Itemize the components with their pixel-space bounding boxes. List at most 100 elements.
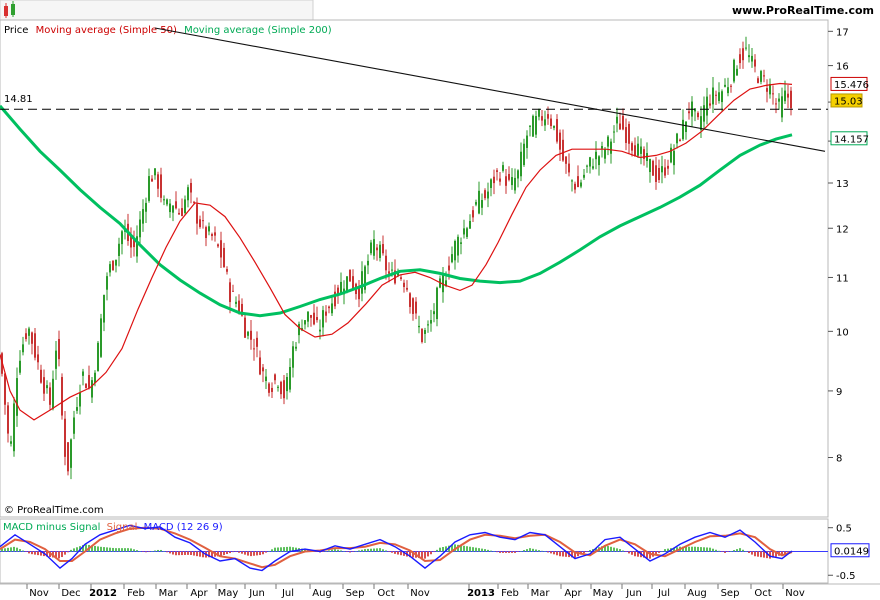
- macd-hist-bar: [139, 551, 141, 552]
- candle: [652, 159, 654, 176]
- macd-hist-bar: [265, 551, 267, 553]
- x-tick-label: Nov: [29, 588, 49, 599]
- macd-hist-bar: [538, 550, 540, 552]
- toolbar: [0, 0, 314, 21]
- macd-hist-bar: [583, 551, 585, 554]
- macd-hist-bar: [118, 548, 120, 552]
- macd-hist-bar: [58, 551, 60, 559]
- macd-hist-bar: [757, 551, 759, 557]
- candle: [61, 373, 63, 420]
- macd-hist-bar: [19, 549, 21, 552]
- macd-hist-bar: [4, 548, 6, 552]
- macd-hist-bar: [343, 551, 345, 552]
- macd-hist-bar: [259, 551, 261, 556]
- macd-hist-bar: [436, 549, 438, 552]
- macd-hist-bar: [349, 551, 351, 553]
- x-tick-label: Jul: [281, 588, 294, 599]
- macd-hist-bar: [28, 551, 30, 554]
- brand-label: www.ProRealTime.com: [732, 4, 874, 17]
- macd-hist-bar: [70, 549, 72, 552]
- macd-hist-bar: [712, 548, 714, 552]
- macd-hist-bar: [442, 547, 444, 552]
- macd-hist-bar: [175, 551, 177, 556]
- macd-hist-bar: [433, 551, 435, 553]
- macd-hist-bar: [616, 548, 618, 552]
- macd-hist-bar: [664, 549, 666, 552]
- macd-hist-bar: [232, 551, 234, 553]
- x-tick-label: Feb: [501, 588, 519, 599]
- macd-hist-bar: [241, 551, 243, 554]
- title-signal: Signal: [107, 522, 138, 533]
- macd-hist-bar: [25, 551, 27, 552]
- y-tick-label: 13: [836, 179, 849, 190]
- macd-hist-bar: [481, 548, 483, 552]
- x-tick-label: Jun: [625, 588, 642, 599]
- macd-hist-bar: [487, 549, 489, 552]
- macd-hist-bar: [184, 551, 186, 555]
- macd-hist-bar: [37, 551, 39, 556]
- macd-hist-bar: [535, 549, 537, 552]
- macd-hist-bar: [247, 551, 249, 556]
- macd-hist-bar: [226, 551, 228, 555]
- macd-hist-bar: [703, 547, 705, 552]
- x-tick-label: 2013: [467, 588, 495, 599]
- y-tick-label: 10: [836, 327, 849, 338]
- macd-hist-bar: [736, 549, 738, 552]
- macd-hist-bar: [544, 551, 546, 552]
- macd-hist-bar: [718, 550, 720, 552]
- macd-hist-bar: [694, 546, 696, 552]
- x-tick-label: 2012: [89, 588, 117, 599]
- macd-hist-bar: [64, 551, 66, 555]
- macd-hist-bar: [397, 551, 399, 555]
- macd-hist-bar: [514, 551, 516, 553]
- macd-hist-bar: [748, 551, 750, 553]
- macd-hist-bar: [109, 547, 111, 552]
- x-tick-label: Oct: [754, 588, 771, 599]
- macd-hist-bar: [754, 551, 756, 557]
- macd-hist-bar: [178, 551, 180, 556]
- macd-hist-bar: [628, 551, 630, 554]
- x-tick-label: Apr: [564, 588, 582, 599]
- macd-hist-bar: [334, 549, 336, 552]
- candle: [112, 259, 114, 271]
- macd-hist-bar: [172, 551, 174, 555]
- macd-hist-bar: [235, 551, 237, 552]
- macd-hist-bar: [67, 551, 69, 553]
- macd-hist-bar: [517, 551, 519, 552]
- macd-hist-bar: [727, 551, 729, 552]
- macd-hist-bar: [337, 549, 339, 552]
- macd-hist-bar: [190, 551, 192, 555]
- macd-hist-bar: [550, 551, 552, 554]
- macd-hist-bar: [340, 550, 342, 552]
- macd-hist-bar: [709, 547, 711, 552]
- y-tick-label: 12: [836, 224, 849, 235]
- candle: [97, 340, 99, 372]
- macd-hist-bar: [547, 551, 549, 553]
- macd-hist-bar: [367, 548, 369, 552]
- sma200-value-tag: 14.157: [830, 131, 869, 146]
- macd-hist-bar: [511, 551, 513, 553]
- macd-hist-bar: [562, 551, 564, 557]
- macd-hist-bar: [61, 551, 63, 558]
- y-tick-label: 17: [836, 27, 849, 38]
- x-tick-label: Dec: [61, 588, 80, 599]
- macd-hist-bar: [763, 551, 765, 558]
- candle: [349, 269, 351, 282]
- y-tick-label: 9: [836, 387, 842, 398]
- macd-hist-bar: [469, 546, 471, 552]
- macd-hist-bar: [277, 547, 279, 552]
- macd-hist-bar: [244, 551, 246, 555]
- candle: [532, 114, 534, 137]
- macd-hist-bar: [151, 551, 153, 552]
- y-tick-label: 11: [836, 273, 849, 284]
- macd-hist-bar: [631, 551, 633, 555]
- macd-hist-bar: [439, 547, 441, 552]
- macd-hist-bar: [166, 551, 168, 553]
- macd-hist-bar: [634, 551, 636, 557]
- x-tick-label: Oct: [377, 588, 394, 599]
- macd-hist-bar: [520, 551, 522, 552]
- macd-hist-bar: [658, 551, 660, 553]
- macd-hist-bar: [97, 546, 99, 552]
- macd-hist-bar: [466, 546, 468, 552]
- x-tick-label: Nov: [785, 588, 805, 599]
